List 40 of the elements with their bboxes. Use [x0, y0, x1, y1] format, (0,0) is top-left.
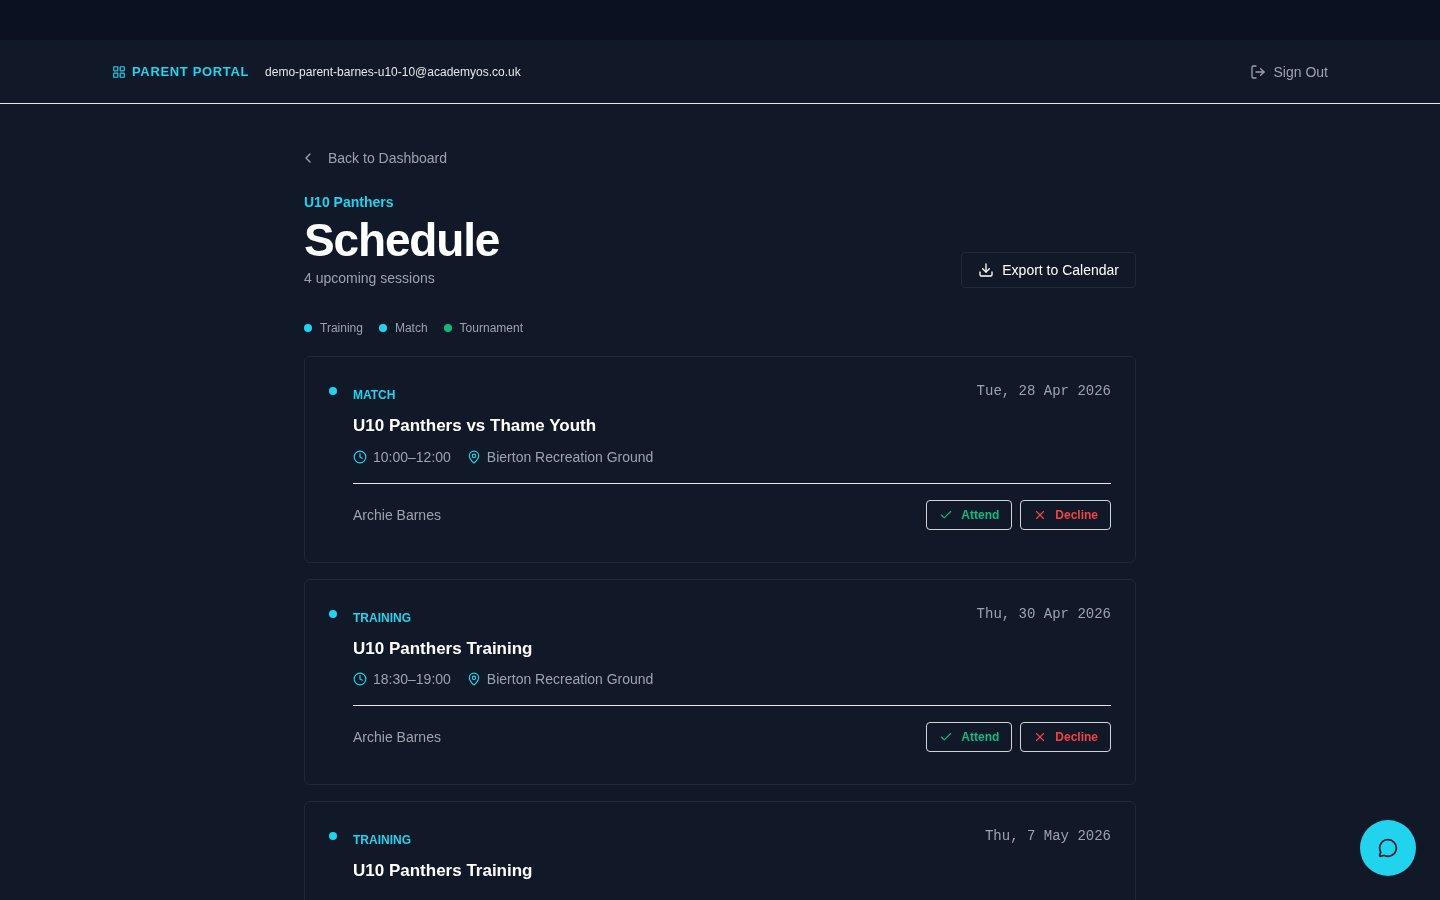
session-date: Thu, 7 May 2026 — [984, 827, 1111, 846]
session-date: Thu, 30 Apr 2026 — [976, 604, 1111, 624]
sign-out-button[interactable]: Sign Out — [1249, 61, 1328, 82]
session-time: 10:00–12:00 — [373, 447, 451, 467]
team-name: U10 Panthers — [304, 193, 395, 212]
legend-label: Training — [320, 320, 363, 336]
download-icon — [978, 262, 995, 278]
chat-bubble-icon — [1378, 838, 1398, 858]
session-time: 18:30–19:00 — [373, 670, 451, 689]
legend-label: Match — [394, 320, 428, 336]
session-location: Bierton Recreation Ground — [486, 447, 654, 467]
player-name: Archie Barnes — [353, 728, 441, 747]
check-icon — [939, 730, 954, 744]
clock-icon — [353, 449, 367, 464]
session-type: MATCH — [353, 387, 396, 403]
session-title: U10 Panthers vs Thame Youth — [353, 415, 598, 437]
session-title: U10 Panthers Training — [353, 860, 534, 882]
page-title: Schedule — [304, 213, 500, 268]
session-date: Tue, 28 Apr 2026 — [976, 382, 1111, 401]
brand-name: PARENT PORTAL — [132, 62, 250, 81]
chat-button[interactable] — [1360, 820, 1416, 876]
session-location: Bierton Recreation Ground — [486, 670, 654, 689]
attend-button[interactable]: Attend — [926, 722, 1013, 752]
session-type: TRAINING — [353, 832, 411, 848]
session-title: U10 Panthers Training — [353, 637, 534, 660]
legend-label: Tournament — [459, 320, 523, 336]
location-pin-icon — [466, 449, 481, 464]
back-link[interactable]: Back to Dashboard — [304, 148, 448, 168]
player-name: Archie Barnes — [353, 505, 441, 525]
grid-icon — [112, 64, 126, 79]
decline-button[interactable]: Decline — [1020, 499, 1111, 530]
export-button[interactable]: Export to Calendar — [961, 252, 1136, 288]
attend-button[interactable]: Attend — [926, 499, 1013, 530]
sign-out-icon — [1249, 63, 1266, 80]
clock-icon — [353, 672, 367, 686]
session-type: TRAINING — [353, 609, 411, 626]
location-pin-icon — [466, 672, 481, 686]
session-count: 4 upcoming sessions — [304, 269, 436, 288]
decline-button[interactable]: Decline — [1020, 722, 1111, 752]
user-email: demo-parent-barnes-u10-10@academyos.co.uk — [265, 63, 521, 81]
